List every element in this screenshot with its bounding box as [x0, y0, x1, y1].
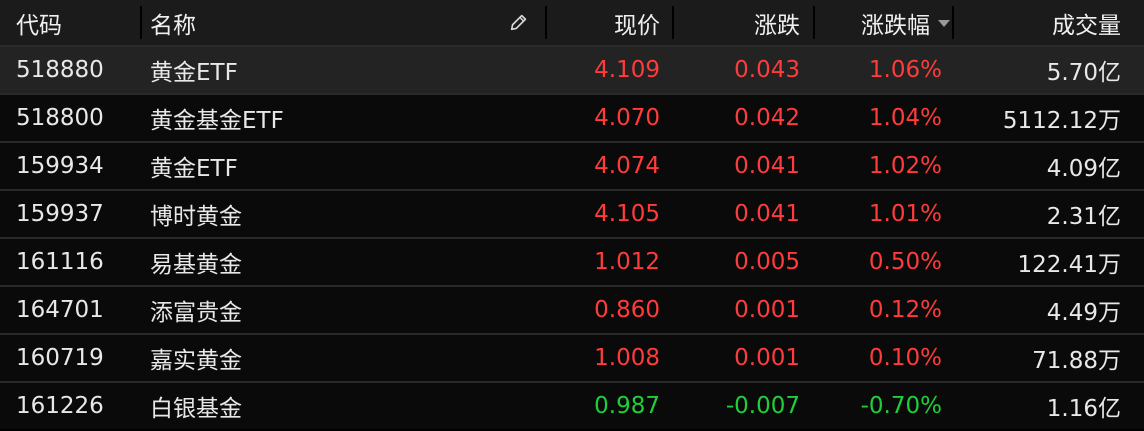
cell-price: 4.074 — [594, 153, 660, 179]
cell-code: 164701 — [16, 297, 104, 323]
cell-price: 4.109 — [594, 57, 660, 83]
cell-name: 白银基金 — [150, 396, 242, 422]
header-change-pct[interactable]: 涨跌幅 — [830, 0, 950, 45]
cell-price: 1.008 — [594, 345, 660, 371]
cell-volume: 71.88万 — [1032, 348, 1121, 374]
cell-change-pct: 1.06% — [868, 57, 942, 83]
cell-volume: 2.31亿 — [1046, 204, 1121, 230]
column-divider[interactable] — [952, 6, 954, 39]
cell-code: 160719 — [16, 345, 104, 371]
cell-change: 0.001 — [734, 345, 800, 371]
header-change-pct-label: 涨跌幅 — [861, 12, 930, 39]
cell-change: 0.043 — [734, 57, 800, 83]
cell-change-pct: 0.50% — [868, 249, 942, 275]
cell-code: 161226 — [16, 393, 104, 419]
cell-price: 4.070 — [594, 105, 660, 131]
header-name[interactable]: 名称 — [150, 0, 520, 45]
cell-change-pct: 1.02% — [868, 153, 942, 179]
cell-change: 0.042 — [734, 105, 800, 131]
table-row[interactable]: 518800 黄金基金ETF 4.070 0.042 1.04% 5112.12万 — [0, 95, 1144, 141]
table-header: 代码 名称 现价 涨跌 涨跌幅 成交量 — [0, 0, 1144, 45]
cell-name: 博时黄金 — [150, 204, 242, 230]
cell-volume: 4.49万 — [1046, 300, 1121, 326]
cell-code: 159937 — [16, 201, 104, 227]
cell-name: 黄金ETF — [150, 60, 238, 86]
table-row[interactable]: 159937 博时黄金 4.105 0.041 1.01% 2.31亿 — [0, 191, 1144, 237]
column-divider[interactable] — [813, 6, 815, 39]
cell-code: 518800 — [16, 105, 104, 131]
header-change[interactable]: 涨跌 — [690, 0, 800, 45]
cell-change: 0.041 — [734, 153, 800, 179]
cell-volume: 4.09亿 — [1046, 156, 1121, 182]
table-row[interactable]: 161116 易基黄金 1.012 0.005 0.50% 122.41万 — [0, 239, 1144, 285]
cell-volume: 5.70亿 — [1046, 60, 1121, 86]
table-row[interactable]: 161226 白银基金 0.987 -0.007 -0.70% 1.16亿 — [0, 383, 1144, 429]
cell-name: 黄金ETF — [150, 156, 238, 182]
header-price[interactable]: 现价 — [560, 0, 660, 45]
cell-code: 159934 — [16, 153, 104, 179]
cell-price: 1.012 — [594, 249, 660, 275]
cell-name: 添富贵金 — [150, 300, 242, 326]
cell-change: 0.001 — [734, 297, 800, 323]
pencil-icon[interactable] — [508, 11, 530, 33]
cell-volume: 1.16亿 — [1046, 396, 1121, 422]
cell-name: 嘉实黄金 — [150, 348, 242, 374]
column-divider[interactable] — [140, 6, 142, 39]
column-divider[interactable] — [545, 6, 547, 39]
cell-change-pct: 1.04% — [868, 105, 942, 131]
cell-price: 4.105 — [594, 201, 660, 227]
sort-desc-icon — [938, 20, 950, 27]
header-code[interactable]: 代码 — [16, 0, 146, 45]
cell-change-pct: -0.70% — [860, 393, 942, 419]
cell-volume: 122.41万 — [1017, 252, 1121, 278]
table-row[interactable]: 518880 黄金ETF 4.109 0.043 1.06% 5.70亿 — [0, 47, 1144, 93]
table-row[interactable]: 164701 添富贵金 0.860 0.001 0.12% 4.49万 — [0, 287, 1144, 333]
cell-change: 0.041 — [734, 201, 800, 227]
cell-change: 0.005 — [734, 249, 800, 275]
cell-price: 0.860 — [594, 297, 660, 323]
cell-price: 0.987 — [594, 393, 660, 419]
cell-change: -0.007 — [725, 393, 800, 419]
cell-change-pct: 1.01% — [868, 201, 942, 227]
column-divider[interactable] — [672, 6, 674, 39]
header-volume[interactable]: 成交量 — [960, 0, 1121, 45]
etf-quote-table: 代码 名称 现价 涨跌 涨跌幅 成交量 518880 黄金ETF 4.109 0.04… — [0, 0, 1144, 431]
table-row[interactable]: 160719 嘉实黄金 1.008 0.001 0.10% 71.88万 — [0, 335, 1144, 381]
cell-code: 161116 — [16, 249, 104, 275]
cell-volume: 5112.12万 — [1002, 108, 1121, 134]
cell-change-pct: 0.12% — [868, 297, 942, 323]
cell-name: 黄金基金ETF — [150, 108, 284, 134]
cell-change-pct: 0.10% — [868, 345, 942, 371]
cell-name: 易基黄金 — [150, 252, 242, 278]
cell-code: 518880 — [16, 57, 104, 83]
table-row[interactable]: 159934 黄金ETF 4.074 0.041 1.02% 4.09亿 — [0, 143, 1144, 189]
